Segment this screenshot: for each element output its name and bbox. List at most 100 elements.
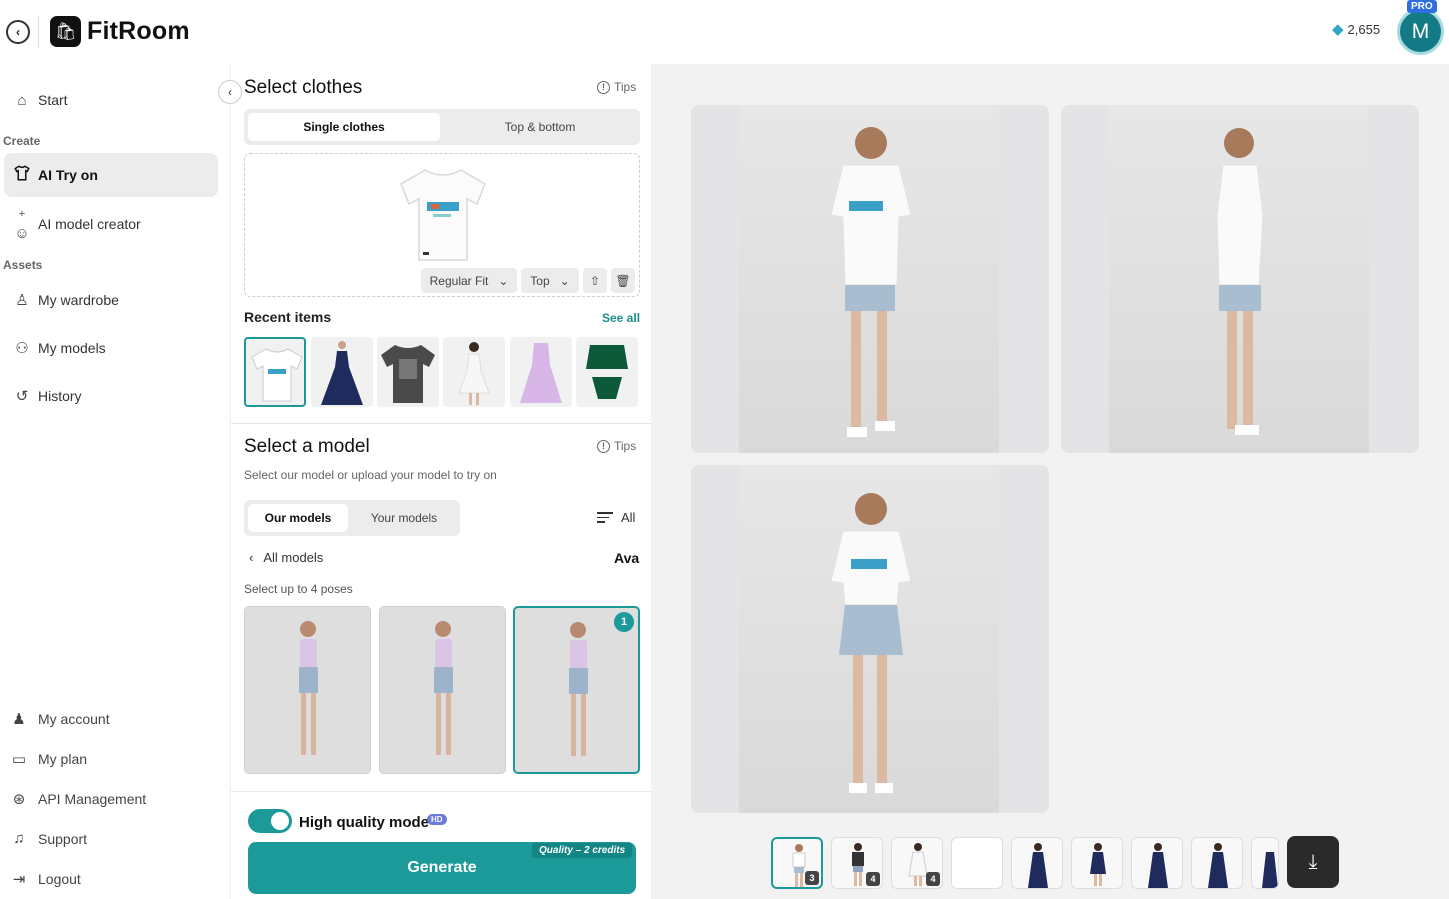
config-panel: Select clothes ! Tips Single clothes Top… [230, 64, 652, 899]
hd-badge: HD [427, 814, 447, 825]
download-icon[interactable]: ⤓ [1287, 836, 1339, 888]
credits-value: 2,655 [1347, 21, 1381, 37]
high-quality-label: High quality mode [299, 814, 430, 831]
pose-option[interactable] [244, 606, 371, 774]
trash-icon[interactable]: 🗑 [611, 268, 635, 293]
sidebar-item-label: Logout [38, 871, 81, 887]
divider [38, 16, 39, 48]
info-icon: ! [597, 80, 610, 94]
high-quality-toggle[interactable] [248, 809, 292, 833]
chevron-down-icon: ⌄ [559, 273, 570, 288]
sidebar-item-label: AI Try on [38, 167, 98, 183]
headset-icon: ♫ [13, 830, 25, 847]
recent-item-lilac-dress[interactable] [510, 337, 572, 407]
home-icon: ⌂ [17, 91, 27, 109]
app-name: FitRoom [87, 17, 190, 45]
generate-footer: High quality mode HD Generate Quality – … [231, 791, 652, 899]
collapse-sidebar-button[interactable]: ‹ [218, 80, 242, 104]
upload-icon[interactable]: ⇧ [583, 268, 607, 293]
model-name: Ava [614, 550, 640, 566]
clothes-tips-link[interactable]: ! Tips [597, 80, 636, 94]
sidebar-item-ai-try-on[interactable]: AI Try on [4, 153, 218, 197]
sidebar-item-api-management[interactable]: ⊛ API Management [10, 790, 146, 808]
select-model-title: Select a model [244, 436, 370, 457]
sidebar-item-label: Start [38, 92, 68, 108]
tab-top-bottom[interactable]: Top & bottom [444, 113, 636, 141]
api-icon: ⊛ [12, 791, 26, 808]
sidebar-item-label: API Management [38, 791, 147, 807]
sidebar-item-label: History [38, 388, 82, 404]
people-icon: ⚇ [15, 340, 29, 357]
logout-icon: ⇥ [12, 871, 26, 888]
recent-item-gray-tshirt[interactable] [377, 337, 439, 407]
sidebar-item-my-models[interactable]: ⚇ My models [4, 326, 218, 370]
fitroom-logo-icon: 🛍 [50, 16, 81, 47]
history-thumbnail[interactable] [1191, 837, 1243, 889]
uploaded-tshirt-image [400, 169, 486, 261]
hanger-icon: ♙ [15, 292, 29, 309]
recent-item-white-tshirt[interactable] [244, 337, 306, 407]
chevron-down-icon: ⌄ [498, 273, 509, 288]
result-image[interactable] [691, 105, 1049, 453]
credits-balance[interactable]: ◆ 2,655 [1332, 20, 1380, 38]
sidebar-item-label: My models [38, 340, 106, 356]
sidebar-item-support[interactable]: ♫ Support [10, 830, 87, 847]
sidebar-item-start[interactable]: ⌂ Start [4, 78, 218, 122]
filter-icon [597, 512, 613, 523]
history-thumbnail-empty[interactable] [951, 837, 1003, 889]
top-bar: ‹ 🛍 FitRoom ◆ 2,655 M PRO [0, 0, 1449, 64]
history-thumbnail[interactable] [1071, 837, 1123, 889]
model-filter[interactable]: All [597, 510, 635, 525]
sidebar-item-my-plan[interactable]: ▭ My plan [10, 750, 87, 768]
sidebar-item-label: Support [38, 830, 88, 847]
variant-count: 4 [866, 872, 880, 886]
pro-badge: PRO [1407, 0, 1437, 13]
garment-type-select[interactable]: Top ⌄ [521, 268, 579, 293]
see-all-link[interactable]: See all [602, 311, 640, 325]
tab-your-models[interactable]: Your models [352, 504, 456, 532]
back-icon[interactable]: ‹ [6, 20, 30, 44]
fit-select[interactable]: Regular Fit ⌄ [421, 268, 517, 293]
result-image[interactable] [691, 465, 1049, 813]
select-clothes-title: Select clothes [244, 77, 363, 98]
history-thumbnail[interactable]: 4 [831, 837, 883, 889]
sidebar-item-label: My plan [38, 751, 88, 767]
sidebar-item-my-wardrobe[interactable]: ♙ My wardrobe [4, 278, 218, 322]
sidebar-item-ai-model-creator[interactable]: ⁺☺ AI model creator [4, 202, 218, 246]
card-icon: ▭ [11, 751, 27, 768]
info-icon: ! [597, 439, 610, 453]
clothes-upload-area[interactable]: Regular Fit ⌄ Top ⌄ ⇧ 🗑 [244, 153, 640, 297]
poses-hint: Select up to 4 poses [244, 582, 353, 596]
results-area: 3 4 4 ⤓ [651, 64, 1449, 899]
sidebar-item-label: My account [38, 711, 110, 727]
tab-our-models[interactable]: Our models [248, 504, 348, 532]
pose-option[interactable] [379, 606, 506, 774]
sidebar-item-history[interactable]: ↺ History [4, 374, 218, 418]
recent-items-title: Recent items [244, 309, 332, 325]
user-icon: ♟ [12, 711, 26, 728]
model-tips-link[interactable]: ! Tips [597, 439, 636, 453]
section-label-assets: Assets [3, 258, 43, 272]
pose-option-selected[interactable]: 1 [513, 606, 640, 774]
tab-single-clothes[interactable]: Single clothes [248, 113, 440, 141]
history-thumbnail[interactable] [1131, 837, 1183, 889]
add-person-icon: ⁺☺ [14, 207, 30, 242]
history-thumbnail[interactable] [1011, 837, 1063, 889]
model-source-tabs: Our models Your models [244, 500, 460, 536]
history-icon: ↺ [15, 388, 29, 405]
history-thumbnail[interactable]: 3 [771, 837, 823, 889]
sidebar-item-my-account[interactable]: ♟ My account [10, 710, 110, 728]
variant-count: 3 [805, 871, 819, 885]
avatar[interactable]: M [1397, 8, 1444, 55]
sidebar-item-label: My wardrobe [38, 292, 119, 308]
recent-item-navy-gown[interactable] [311, 337, 373, 407]
sidebar-item-logout[interactable]: ⇥ Logout [10, 870, 81, 888]
history-thumbnail[interactable]: 4 [891, 837, 943, 889]
select-model-subtitle: Select our model or upload your model to… [244, 468, 497, 482]
result-image[interactable] [1061, 105, 1419, 453]
history-thumbnail-partial[interactable] [1251, 837, 1279, 889]
recent-item-white-dress[interactable] [443, 337, 505, 407]
recent-item-green-swimsuit[interactable] [576, 337, 638, 407]
sidebar-item-label: AI model creator [38, 216, 141, 232]
breadcrumb[interactable]: ‹ All models [249, 550, 323, 565]
